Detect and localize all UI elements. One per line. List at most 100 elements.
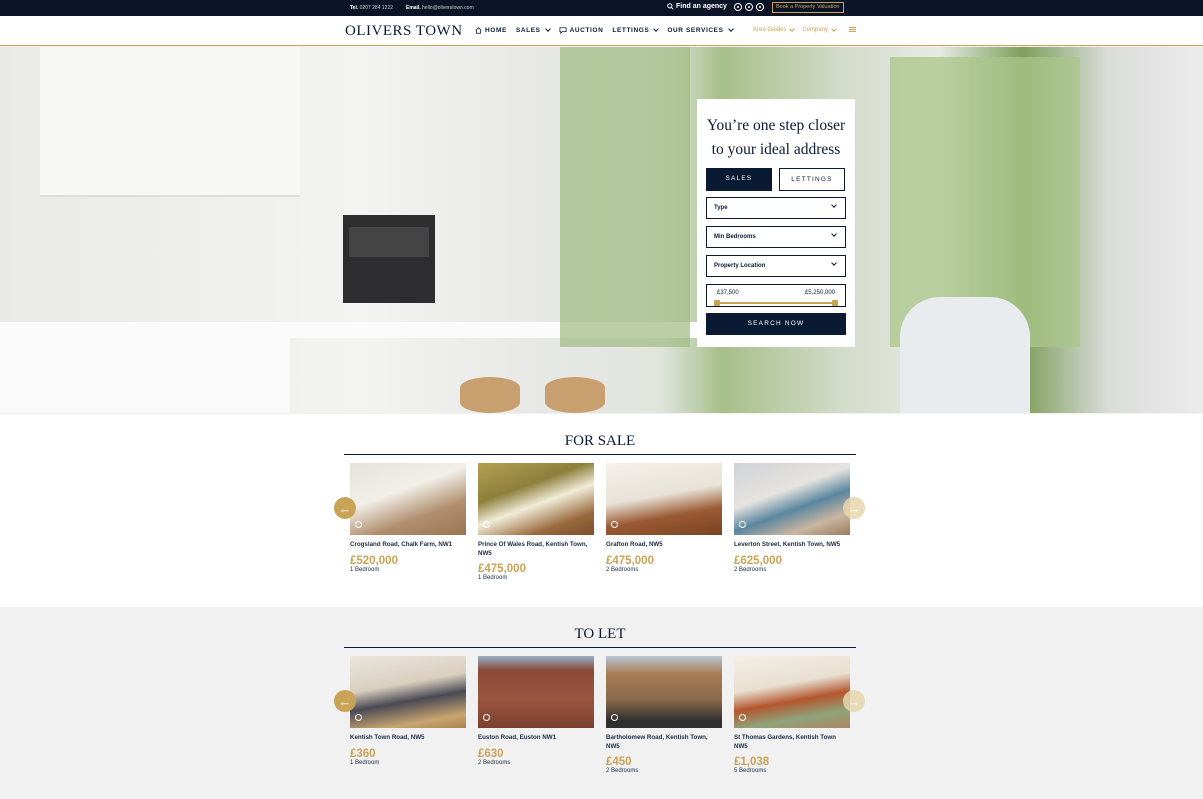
top-bar: Tel. 0207 284 1222 Email. hello@oliverst… [0, 0, 1203, 16]
arrow-left-icon: ← [338, 500, 352, 516]
listing-price: £450 [606, 756, 632, 768]
email-label: Email. [406, 5, 421, 11]
search-now-button[interactable]: SEARCH NOW [706, 313, 846, 335]
twitter-icon[interactable] [745, 3, 753, 11]
section-title: TO LET [344, 626, 856, 648]
chat-bubble-icon [559, 27, 567, 34]
listing-address[interactable]: Leverton Street, Kentish Town, NW5 [734, 541, 850, 550]
listing-bedrooms: 1 Bedroom [350, 566, 380, 573]
nav-item-label: AUCTION [569, 27, 604, 34]
listing-card[interactable]: Prince Of Wales Road, Kentish Town, NW5 … [478, 463, 594, 582]
site-logo[interactable]: OLIVERS TOWN [345, 23, 463, 40]
tab-lettings[interactable]: LETTINGS [779, 168, 845, 191]
chevron-down-icon [831, 231, 837, 237]
chevron-down-icon [831, 25, 837, 32]
tab-sales[interactable]: SALES [706, 168, 772, 191]
find-agency-label: Find an agency [676, 3, 727, 10]
listing-photo[interactable] [734, 463, 850, 535]
listing-card[interactable]: Bartholomew Road, Kentish Town, NW5 £450… [606, 656, 722, 775]
find-agency-link[interactable]: Find an agency [667, 3, 727, 10]
section-title: FOR SALE [344, 433, 856, 455]
listing-card[interactable]: St Thomas Gardens, Kentish Town NW5 £1,0… [734, 656, 850, 775]
listing-price: £630 [478, 747, 504, 760]
listing-photo[interactable] [350, 656, 466, 728]
price-min-value: £37,500 [717, 290, 739, 296]
social-links [734, 3, 764, 11]
phone-number: 0207 284 1222 [359, 5, 394, 11]
nav-item-auction[interactable]: AUCTION [559, 27, 604, 34]
carousel-next-button[interactable]: → [843, 497, 865, 519]
listing-card[interactable]: Grafton Road, NW5 £475,000 2 Bedrooms [606, 463, 722, 574]
book-valuation-button[interactable]: Book a Property Valuation [772, 2, 844, 13]
phone-contact[interactable]: Tel. 0207 284 1222 [350, 5, 393, 11]
listing-address[interactable]: Prince Of Wales Road, Kentish Town, NW5 [478, 541, 594, 558]
nav-item-label: Area Guides [753, 27, 787, 33]
listing-photo[interactable] [734, 656, 850, 728]
slider-handle-max[interactable] [832, 300, 838, 306]
hamburger-icon[interactable] [849, 27, 856, 32]
hero-image-detail [40, 47, 300, 197]
listing-address[interactable]: St Thomas Gardens, Kentish Town NW5 [734, 734, 850, 751]
price-range-slider[interactable]: £37,500 £5,250,000 [706, 284, 846, 307]
headline-line: to your ideal address [711, 141, 841, 158]
search-headline: You’re one step closer to your ideal add… [697, 114, 855, 162]
nav-item-our-services[interactable]: OUR SERVICES [667, 26, 734, 34]
listing-address[interactable]: Euston Road, Euston NW1 [478, 734, 594, 743]
hero-image-detail [545, 377, 605, 413]
listing-photo[interactable] [606, 463, 722, 535]
nav-item-sales[interactable]: SALES [515, 26, 551, 34]
carousel-next-button[interactable]: → [843, 690, 865, 712]
chevron-down-icon [831, 202, 837, 208]
arrow-right-icon: → [847, 693, 861, 709]
slider-track [717, 302, 835, 304]
listing-address[interactable]: Bartholomew Road, Kentish Town, NW5 [606, 734, 722, 751]
for-sale-section: FOR SALE Crogsland Road, Chalk Farm, NW1… [0, 414, 1203, 607]
nav-item-home[interactable]: HOME [475, 27, 507, 34]
listing-card[interactable]: Euston Road, Euston NW1 £630 2 Bedrooms [478, 656, 594, 767]
carousel-prev-button[interactable]: ← [334, 690, 356, 712]
listing-card[interactable]: Leverton Street, Kentish Town, NW5 £625,… [734, 463, 850, 574]
listing-photo[interactable] [350, 463, 466, 535]
instagram-icon[interactable] [756, 3, 764, 11]
hero-image-detail [900, 297, 1030, 413]
home-icon [475, 27, 482, 34]
listing-address[interactable]: Grafton Road, NW5 [606, 541, 722, 550]
listing-bedrooms: 1 Bedroom [350, 759, 380, 766]
listing-address[interactable]: Crogsland Road, Chalk Farm, NW1 [350, 541, 466, 550]
nav-item-area-guides[interactable]: Area Guides [753, 25, 796, 33]
listing-bedrooms: 2 Bedrooms [734, 566, 767, 573]
listing-photo[interactable] [606, 656, 722, 728]
listing-card[interactable]: Kentish Town Road, NW5 £360 1 Bedroom [350, 656, 466, 767]
listing-bedrooms: 5 Bedrooms [734, 768, 767, 774]
listing-price: £360 [350, 747, 376, 760]
listing-photo[interactable] [478, 463, 594, 535]
arrow-left-icon: ← [338, 693, 352, 709]
type-select[interactable]: Type [706, 197, 846, 219]
listing-price: £520,000 [350, 554, 398, 567]
phone-label: Tel. [350, 5, 359, 11]
hero-image-detail [560, 47, 690, 347]
select-label: Min Bedrooms [714, 234, 756, 240]
listing-bedrooms: 2 Bedrooms [478, 759, 511, 766]
headline-line: You’re one step closer [706, 117, 846, 134]
slider-handle-min[interactable] [714, 300, 720, 306]
nav-item-label: HOME [485, 27, 507, 34]
listing-photo[interactable] [478, 656, 594, 728]
min-bedrooms-select[interactable]: Min Bedrooms [706, 226, 846, 248]
chevron-down-icon [653, 26, 660, 32]
nav-item-company[interactable]: Company [802, 25, 837, 33]
carousel-prev-button[interactable]: ← [334, 497, 356, 519]
to-let-section: TO LET Kentish Town Road, NW5 £360 1 Bed… [0, 607, 1203, 799]
email-contact[interactable]: Email. hello@oliverstown.com [406, 5, 474, 11]
nav-item-label: SALES [515, 27, 541, 34]
select-label: Type [714, 205, 728, 211]
chevron-down-icon [544, 26, 551, 32]
location-select[interactable]: Property Location [706, 255, 846, 277]
hero-banner [0, 47, 1203, 413]
facebook-icon[interactable] [734, 3, 742, 11]
listing-address[interactable]: Kentish Town Road, NW5 [350, 734, 466, 743]
nav-item-lettings[interactable]: LETTINGS [612, 26, 660, 34]
property-search-card: You’re one step closer to your ideal add… [697, 99, 855, 347]
listing-card[interactable]: Crogsland Road, Chalk Farm, NW1 £520,000… [350, 463, 466, 574]
price-max-value: £5,250,000 [804, 290, 835, 296]
